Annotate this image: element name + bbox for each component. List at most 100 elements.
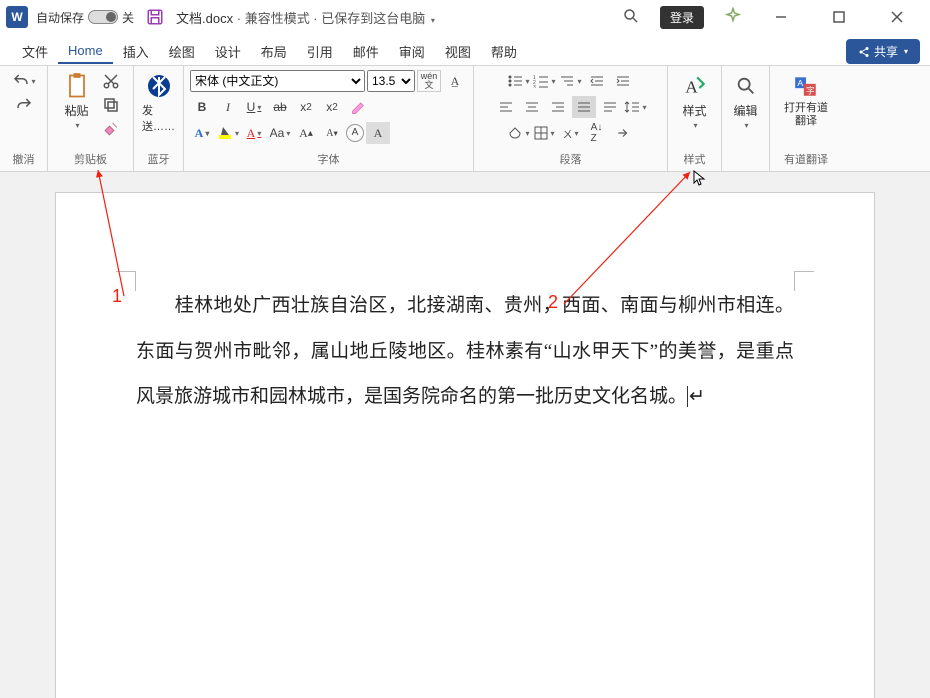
cut-button[interactable] bbox=[99, 70, 123, 92]
character-border-button[interactable]: A̲ bbox=[443, 70, 467, 92]
group-label-bluetooth: 蓝牙 bbox=[140, 149, 177, 171]
line-spacing-button[interactable]: ▾ bbox=[624, 96, 648, 118]
shrink-font-button[interactable]: A▾ bbox=[320, 122, 344, 144]
group-label-undo: 撤消 bbox=[6, 149, 41, 171]
bullets-button[interactable]: ▾ bbox=[507, 70, 531, 92]
bold-button[interactable]: B bbox=[190, 96, 214, 118]
tab-view[interactable]: 视图 bbox=[435, 38, 481, 65]
toggle-switch-icon[interactable] bbox=[88, 10, 118, 24]
group-label-youdao: 有道翻译 bbox=[776, 149, 836, 171]
tab-references[interactable]: 引用 bbox=[297, 38, 343, 65]
distributed-button[interactable] bbox=[598, 96, 622, 118]
copy-button[interactable] bbox=[99, 94, 123, 116]
align-left-button[interactable] bbox=[494, 96, 518, 118]
document-title[interactable]: 文档.docx · 兼容性模式 · 已保存到这台电脑 ▾ bbox=[176, 8, 435, 27]
redo-button[interactable] bbox=[12, 94, 36, 116]
chevron-down-icon[interactable]: ▾ bbox=[431, 16, 435, 25]
phonetic-guide-button[interactable]: wén文 bbox=[417, 70, 441, 92]
font-size-select[interactable]: 13.5 bbox=[367, 70, 415, 92]
grow-font-button[interactable]: A▴ bbox=[294, 122, 318, 144]
sparkle-icon[interactable] bbox=[724, 7, 742, 28]
document-area[interactable]: 桂林地处广西壮族自治区，北接湖南、贵州，西面、南面与柳州市相连。东面与贺州市毗邻… bbox=[0, 172, 930, 698]
ribbon: ▾ 撤消 粘贴 ▾ 剪贴板 发送…… 蓝牙 bbox=[0, 66, 930, 172]
numbering-button[interactable]: 123▾ bbox=[533, 70, 557, 92]
chevron-down-icon: ▾ bbox=[75, 121, 79, 130]
align-center-button[interactable] bbox=[520, 96, 544, 118]
borders-button[interactable]: ▾ bbox=[533, 122, 557, 144]
change-case-button[interactable]: Aa▾ bbox=[268, 122, 292, 144]
tab-mail[interactable]: 邮件 bbox=[343, 38, 389, 65]
increase-indent-button[interactable] bbox=[611, 70, 635, 92]
font-color-button[interactable]: A▾ bbox=[242, 122, 266, 144]
styles-button[interactable]: A 样式 ▾ bbox=[677, 70, 713, 132]
italic-button[interactable]: I bbox=[216, 96, 240, 118]
font-name-select[interactable]: 宋体 (中文正文) bbox=[190, 70, 365, 92]
asian-layout-button[interactable]: ㄨ▾ bbox=[559, 122, 583, 144]
tab-draw[interactable]: 绘图 bbox=[159, 38, 205, 65]
svg-text:A: A bbox=[685, 78, 698, 97]
strikethrough-button[interactable]: ab bbox=[268, 96, 292, 118]
clear-formatting-button[interactable] bbox=[346, 96, 370, 118]
chevron-down-icon: ▾ bbox=[744, 121, 748, 130]
tab-file[interactable]: 文件 bbox=[12, 38, 58, 65]
search-icon[interactable] bbox=[622, 7, 640, 28]
styles-group: A 样式 ▾ 样式 bbox=[668, 66, 722, 171]
decrease-indent-button[interactable] bbox=[585, 70, 609, 92]
bluetooth-group: 发送…… 蓝牙 bbox=[134, 66, 184, 171]
ribbon-tabs: 文件 Home 插入 绘图 设计 布局 引用 邮件 审阅 视图 帮助 共享 ▾ bbox=[0, 34, 930, 66]
autosave-toggle[interactable]: 自动保存 关 bbox=[36, 9, 134, 26]
bluetooth-icon bbox=[145, 72, 173, 100]
page[interactable]: 桂林地处广西壮族自治区，北接湖南、贵州，西面、南面与柳州市相连。东面与贺州市毗邻… bbox=[55, 192, 875, 698]
share-button[interactable]: 共享 ▾ bbox=[846, 39, 920, 64]
tab-design[interactable]: 设计 bbox=[205, 38, 251, 65]
undo-group: ▾ 撤消 bbox=[0, 66, 48, 171]
tab-insert[interactable]: 插入 bbox=[113, 38, 159, 65]
font-group: 宋体 (中文正文) 13.5 wén文 A̲ B I U▾ ab x2 x2 A… bbox=[184, 66, 474, 171]
youdao-open-button[interactable]: A字 打开有道翻译 bbox=[776, 70, 836, 130]
bluetooth-send-button[interactable]: 发送…… bbox=[138, 70, 179, 136]
shading-button[interactable]: ▾ bbox=[507, 122, 531, 144]
translate-icon: A字 bbox=[792, 72, 820, 100]
login-button[interactable]: 登录 bbox=[660, 6, 704, 29]
tab-layout[interactable]: 布局 bbox=[251, 38, 297, 65]
justify-button[interactable] bbox=[572, 96, 596, 118]
group-label-clipboard: 剪贴板 bbox=[54, 149, 127, 171]
highlight-button[interactable]: ▾ bbox=[216, 122, 240, 144]
paste-button[interactable]: 粘贴 ▾ bbox=[59, 70, 95, 132]
group-label-styles: 样式 bbox=[674, 149, 715, 171]
youdao-group: A字 打开有道翻译 有道翻译 bbox=[770, 66, 842, 171]
edit-button[interactable]: 编辑 ▾ bbox=[728, 70, 764, 132]
format-painter-button[interactable] bbox=[99, 118, 123, 140]
margin-corner-icon bbox=[794, 271, 814, 291]
clipboard-group: 粘贴 ▾ 剪贴板 bbox=[48, 66, 134, 171]
editing-group: 编辑 ▾ bbox=[722, 66, 770, 171]
paragraph-group: ▾ 123▾ ▾ ▾ ▾ ▾ ㄨ▾ A↓Z 段落 bbox=[474, 66, 668, 171]
enclose-characters-button[interactable]: A bbox=[346, 124, 364, 142]
chevron-down-icon: ▾ bbox=[904, 47, 908, 56]
align-right-button[interactable] bbox=[546, 96, 570, 118]
underline-button[interactable]: U▾ bbox=[242, 96, 266, 118]
undo-button[interactable]: ▾ bbox=[12, 70, 36, 92]
chevron-down-icon: ▾ bbox=[693, 121, 697, 130]
save-icon[interactable] bbox=[146, 8, 164, 26]
tab-home[interactable]: Home bbox=[58, 39, 113, 64]
margin-corner-icon bbox=[116, 271, 136, 291]
superscript-button[interactable]: x2 bbox=[320, 96, 344, 118]
tab-help[interactable]: 帮助 bbox=[481, 38, 527, 65]
minimize-button[interactable] bbox=[762, 3, 800, 31]
subscript-button[interactable]: x2 bbox=[294, 96, 318, 118]
character-shading-button[interactable]: A bbox=[366, 122, 390, 144]
svg-text:3: 3 bbox=[533, 85, 536, 88]
body-paragraph[interactable]: 桂林地处广西壮族自治区，北接湖南、贵州，西面、南面与柳州市相连。东面与贺州市毗邻… bbox=[136, 283, 794, 420]
show-marks-button[interactable] bbox=[611, 122, 635, 144]
autosave-state: 关 bbox=[122, 9, 134, 26]
multilevel-list-button[interactable]: ▾ bbox=[559, 70, 583, 92]
styles-icon: A bbox=[681, 72, 709, 100]
close-button[interactable] bbox=[878, 3, 916, 31]
tab-review[interactable]: 审阅 bbox=[389, 38, 435, 65]
maximize-button[interactable] bbox=[820, 3, 858, 31]
text-effects-button[interactable]: A▾ bbox=[190, 122, 214, 144]
sort-button[interactable]: A↓Z bbox=[585, 122, 609, 144]
mouse-cursor-icon bbox=[693, 170, 709, 186]
group-label-font: 字体 bbox=[190, 149, 467, 171]
